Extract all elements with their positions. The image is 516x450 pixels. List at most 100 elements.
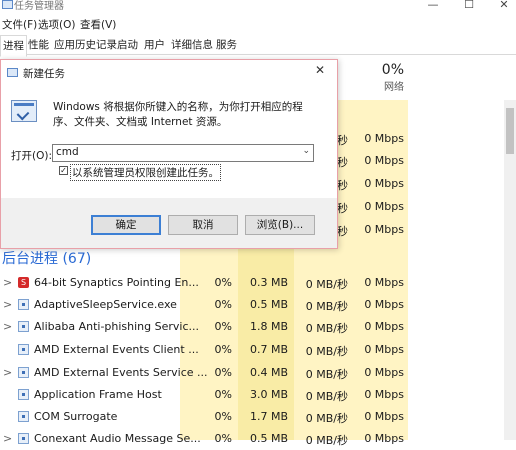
menu-file[interactable]: 文件(F): [2, 17, 37, 32]
service-icon: [18, 344, 29, 355]
menu-options[interactable]: 选项(O): [38, 17, 75, 32]
service-icon: [18, 433, 29, 444]
memory-cell: 1.7 MB: [249, 410, 288, 423]
cpu-cell: 0%: [214, 366, 232, 379]
table-row[interactable]: > AMD External Events Service ... 0% 0.4…: [0, 362, 503, 384]
admin-checkbox-label[interactable]: 以系统管理员权限创建此任务。: [70, 164, 221, 181]
dialog-description: Windows 将根据你所键入的名称，为你打开相应的程序、文件夹、文档或 Int…: [53, 101, 303, 128]
network-cell: 0 Mbps: [364, 410, 404, 423]
memory-cell: 0.5 MB: [249, 298, 288, 311]
network-cell: 0 Mbps: [364, 320, 404, 333]
admin-checkbox[interactable]: ✓: [59, 166, 68, 175]
close-button[interactable]: ✕: [495, 0, 513, 12]
disk-cell: 0 MB/秒: [305, 278, 348, 291]
tab-bar: 进程 性能 应用历史记录 启动 用户 详细信息 服务: [0, 34, 516, 57]
process-name: AMD External Events Service ...: [34, 366, 208, 379]
open-label: 打开(O):: [11, 150, 52, 162]
open-input[interactable]: cmd: [56, 146, 79, 158]
window-title: 任务管理器: [14, 1, 64, 12]
cpu-cell: 0%: [214, 388, 232, 401]
expand-chevron-icon[interactable]: >: [3, 366, 12, 379]
service-icon: [18, 299, 29, 310]
service-icon: [18, 321, 29, 332]
memory-cell: 0.3 MB: [249, 276, 288, 289]
table-row[interactable]: Application Frame Host 0% 3.0 MB 0 MB/秒 …: [0, 384, 503, 406]
browse-button[interactable]: 浏览(B)...: [245, 215, 315, 235]
cancel-button[interactable]: 取消: [168, 215, 238, 235]
tab-services[interactable]: 服务: [216, 37, 237, 52]
network-cell: 0 Mbps: [364, 276, 404, 289]
process-name: Alibaba Anti-phishing Servic...: [34, 320, 200, 333]
memory-cell: 0.7 MB: [249, 343, 288, 356]
network-cell: 0 Mbps: [364, 154, 404, 167]
tab-startup[interactable]: 启动: [117, 37, 138, 52]
network-cell: 0 Mbps: [364, 432, 404, 445]
service-icon: [18, 389, 29, 400]
expand-chevron-icon[interactable]: >: [3, 298, 12, 311]
memory-cell: 1.8 MB: [249, 320, 288, 333]
memory-cell: 0.4 MB: [249, 366, 288, 379]
expand-chevron-icon[interactable]: >: [3, 276, 12, 289]
tab-processes[interactable]: 进程: [0, 35, 27, 57]
disk-cell: 0 MB/秒: [305, 322, 348, 335]
process-name: COM Surrogate: [34, 410, 118, 423]
dialog-title-icon: [7, 68, 18, 77]
tab-app-history[interactable]: 应用历史记录: [54, 37, 117, 52]
tab-performance[interactable]: 性能: [28, 37, 49, 52]
network-cell: 0 Mbps: [364, 298, 404, 311]
table-row[interactable]: > Alibaba Anti-phishing Servic... 0% 1.8…: [0, 316, 503, 338]
expand-chevron-icon[interactable]: >: [3, 320, 12, 333]
table-row[interactable]: AMD External Events Client ... 0% 0.7 MB…: [0, 339, 503, 361]
process-name: AMD External Events Client ...: [34, 343, 199, 356]
disk-cell: 0 MB/秒: [305, 434, 348, 447]
tab-users[interactable]: 用户: [144, 37, 165, 52]
table-row[interactable]: > Conexant Audio Message Se... 0% 0.5 MB…: [0, 428, 503, 450]
process-name: Conexant Audio Message Se...: [34, 432, 201, 445]
minimize-button[interactable]: —: [424, 0, 442, 12]
service-icon: [18, 367, 29, 378]
network-cell: 0 Mbps: [364, 388, 404, 401]
ok-button[interactable]: 确定: [91, 215, 161, 235]
title-bar: 任务管理器 — ☐ ✕: [0, 0, 516, 14]
synaptics-icon: S: [18, 277, 29, 288]
chevron-down-icon[interactable]: ⌄: [302, 146, 310, 156]
column-header-network[interactable]: 0% 网络: [360, 62, 404, 100]
disk-cell: 0 MB/秒: [305, 300, 348, 313]
expand-chevron-icon[interactable]: >: [3, 432, 12, 445]
cpu-cell: 0%: [214, 343, 232, 356]
cpu-cell: 0%: [214, 298, 232, 311]
process-name: AdaptiveSleepService.exe: [34, 298, 177, 311]
network-cell: 0 Mbps: [364, 132, 404, 145]
network-label: 网络: [384, 82, 404, 93]
task-manager-icon: [2, 0, 13, 9]
network-cell: 0 Mbps: [364, 200, 404, 213]
table-row[interactable]: COM Surrogate 0% 1.7 MB 0 MB/秒 0 Mbps: [0, 406, 503, 428]
network-cell: 0 Mbps: [364, 177, 404, 190]
scrollbar-thumb[interactable]: [506, 108, 514, 154]
network-cell: 0 Mbps: [364, 343, 404, 356]
dialog-close-button[interactable]: ✕: [315, 63, 325, 77]
dialog-title: 新建任务: [23, 68, 65, 80]
maximize-button[interactable]: ☐: [460, 0, 478, 12]
cpu-cell: 0%: [214, 320, 232, 333]
disk-cell: 0 MB/秒: [305, 368, 348, 381]
memory-cell: 3.0 MB: [249, 388, 288, 401]
disk-cell: 0 MB/秒: [305, 390, 348, 403]
table-row[interactable]: > S 64-bit Synaptics Pointing En... 0% 0…: [0, 272, 503, 294]
section-background-processes[interactable]: 后台进程 (67): [2, 248, 91, 268]
cpu-cell: 0%: [214, 432, 232, 445]
process-name: 64-bit Synaptics Pointing En...: [34, 276, 199, 289]
process-name: Application Frame Host: [34, 388, 162, 401]
table-row[interactable]: > AdaptiveSleepService.exe 0% 0.5 MB 0 M…: [0, 294, 503, 316]
disk-cell: 0 MB/秒: [305, 345, 348, 358]
network-cell: 0 Mbps: [364, 366, 404, 379]
run-new-task-dialog: 新建任务 ✕ Windows 将根据你所键入的名称，为你打开相应的程序、文件夹、…: [0, 59, 338, 249]
cpu-cell: 0%: [214, 276, 232, 289]
run-icon: [11, 100, 37, 122]
menu-bar: 文件(F) 选项(O) 查看(V): [0, 14, 516, 34]
disk-cell: 0 MB/秒: [305, 412, 348, 425]
menu-view[interactable]: 查看(V): [80, 17, 116, 32]
open-combobox[interactable]: cmd ⌄: [52, 144, 314, 162]
memory-cell: 0.5 MB: [249, 432, 288, 445]
tab-details[interactable]: 详细信息: [171, 37, 213, 52]
